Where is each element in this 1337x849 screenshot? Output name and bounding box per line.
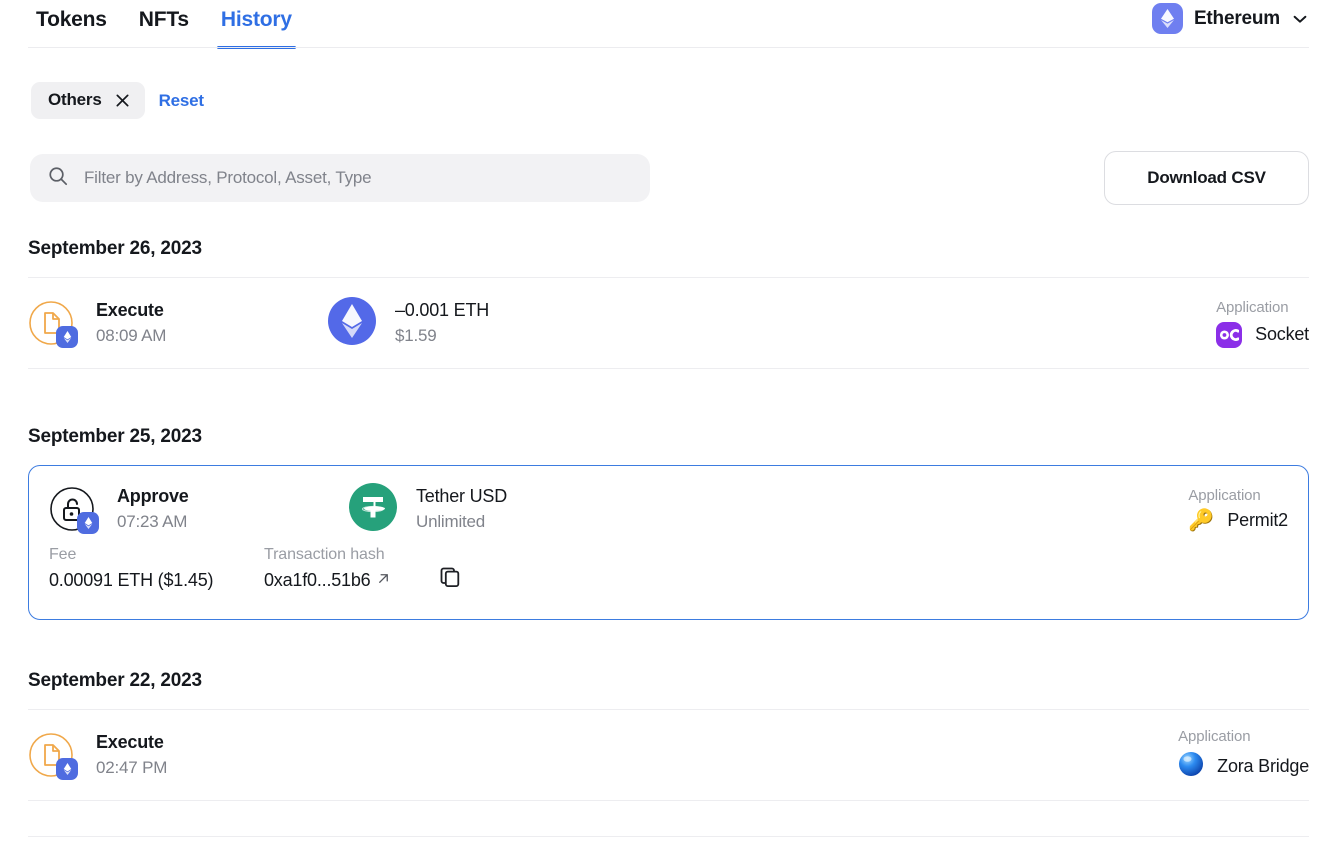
active-filters: Others Reset — [31, 82, 204, 119]
operation-text: Approve 07:23 AM — [117, 486, 189, 532]
date-group: September 26, 2023 Execute 08:09 AM –0.0… — [0, 238, 1337, 369]
tab-bar: Tokens NFTs History — [0, 0, 1337, 49]
application-name: Socket — [1255, 324, 1309, 344]
transaction-hash-link[interactable]: 0xa1f0...51b6 — [264, 570, 399, 591]
tab-tokens[interactable]: Tokens — [34, 0, 109, 49]
ethereum-badge-icon — [56, 758, 78, 780]
transaction-hash-detail: Transaction hash 0xa1f0...51b6 — [264, 546, 399, 591]
fee-value: 0.00091 ETH ($1.45) — [49, 570, 214, 590]
asset-cell: Tether USD Unlimited — [349, 482, 829, 536]
network-selector[interactable]: Ethereum — [1151, 3, 1309, 34]
date-group-title: September 25, 2023 — [28, 426, 202, 447]
application-name: Permit2 — [1227, 510, 1288, 530]
date-group-title: September 26, 2023 — [28, 238, 202, 259]
application-cell: Application 🔑 Permit2 — [1188, 487, 1288, 531]
filter-chip-others[interactable]: Others — [31, 82, 145, 119]
application-row[interactable]: 🔑 Permit2 — [1188, 510, 1288, 531]
date-group-rows: Approve 07:23 AM Tether USD Unlimited Ap… — [0, 465, 1337, 620]
zora-icon — [1178, 751, 1204, 782]
search-input[interactable] — [84, 168, 632, 188]
asset-name: Tether USD — [416, 486, 508, 506]
operation-icon-wrap — [28, 300, 78, 348]
transaction-card-expanded[interactable]: Approve 07:23 AM Tether USD Unlimited Ap… — [28, 465, 1309, 620]
operation-time: 02:47 PM — [96, 758, 168, 777]
copy-icon[interactable] — [439, 566, 461, 593]
operation-name: Execute — [96, 300, 164, 320]
search-icon — [48, 166, 68, 191]
operation-cell: Execute 08:09 AM — [28, 300, 328, 348]
tether-icon — [349, 482, 397, 536]
transaction-row[interactable]: Execute 08:09 AM –0.001 ETH $1.59 Applic… — [28, 277, 1309, 369]
ethereum-icon — [1151, 3, 1183, 34]
application-cell: Application Socket — [1216, 299, 1309, 348]
operation-text: Execute 08:09 AM — [96, 300, 166, 346]
application-name: Zora Bridge — [1217, 756, 1309, 776]
transaction-details: Fee 0.00091 ETH ($1.45) Transaction hash… — [29, 546, 1308, 593]
transaction-row[interactable]: Approve 07:23 AM Tether USD Unlimited Ap… — [49, 466, 1288, 552]
operation-time: 08:09 AM — [96, 326, 167, 345]
transaction-hash-value: 0xa1f0...51b6 — [264, 570, 371, 590]
tab-history[interactable]: History — [216, 0, 296, 49]
application-label: Application — [1216, 298, 1289, 316]
feed-bottom-divider — [28, 836, 1309, 837]
asset-cell: –0.001 ETH $1.59 — [328, 296, 808, 350]
operation-name: Approve — [117, 486, 189, 506]
application-label: Application — [1178, 728, 1251, 745]
date-group: September 22, 2023 Execute 02:47 PM Appl… — [0, 670, 1337, 801]
operation-icon-wrap — [49, 486, 99, 534]
download-csv-label: Download CSV — [1147, 168, 1266, 187]
operation-cell: Approve 07:23 AM — [49, 486, 349, 534]
date-group-rows: Execute 02:47 PM Application Zora Bridge — [0, 709, 1337, 801]
application-label: Application — [1188, 487, 1261, 504]
external-link-icon[interactable] — [376, 570, 391, 591]
operation-text: Execute 02:47 PM — [96, 732, 167, 778]
socket-icon — [1216, 321, 1243, 348]
filter-chip-label: Others — [48, 90, 102, 109]
tab-bar-divider — [28, 47, 1309, 48]
fee-detail: Fee 0.00091 ETH ($1.45) — [49, 546, 264, 591]
operation-time: 07:23 AM — [117, 512, 188, 531]
asset-text: –0.001 ETH $1.59 — [395, 300, 489, 346]
transaction-feed: September 26, 2023 Execute 08:09 AM –0.0… — [0, 238, 1337, 801]
download-csv-button[interactable]: Download CSV — [1104, 151, 1309, 205]
operation-icon-wrap — [28, 732, 78, 780]
application-row[interactable]: Zora Bridge — [1178, 751, 1309, 782]
network-name: Ethereum — [1193, 7, 1280, 29]
application-row[interactable]: Socket — [1216, 321, 1309, 348]
tab-nfts[interactable]: NFTs — [137, 0, 191, 49]
ethereum-token-icon — [328, 296, 376, 350]
asset-amount: –0.001 ETH — [395, 300, 490, 320]
asset-allowance: Unlimited — [416, 512, 486, 531]
transaction-row[interactable]: Execute 02:47 PM Application Zora Bridge — [28, 709, 1309, 801]
history-page: Tokens NFTs History Ethereum Others Rese… — [0, 0, 1337, 849]
ethereum-badge-icon — [56, 326, 78, 348]
key-icon: 🔑 — [1188, 509, 1215, 532]
search-box[interactable] — [30, 154, 650, 202]
operation-cell: Execute 02:47 PM — [28, 732, 328, 780]
ethereum-badge-icon — [77, 512, 99, 534]
date-group: September 25, 2023 Approve 07:23 AM Teth… — [0, 426, 1337, 620]
asset-fiat-value: $1.59 — [395, 326, 437, 345]
operation-name: Execute — [96, 732, 164, 752]
date-group-title: September 22, 2023 — [28, 670, 202, 691]
reset-filters-button[interactable]: Reset — [159, 91, 205, 111]
application-cell: Application Zora Bridge — [1178, 728, 1309, 782]
chevron-down-icon[interactable] — [1291, 10, 1309, 28]
date-group-rows: Execute 08:09 AM –0.001 ETH $1.59 Applic… — [0, 277, 1337, 369]
asset-text: Tether USD Unlimited — [416, 486, 507, 532]
close-icon[interactable] — [115, 93, 130, 108]
